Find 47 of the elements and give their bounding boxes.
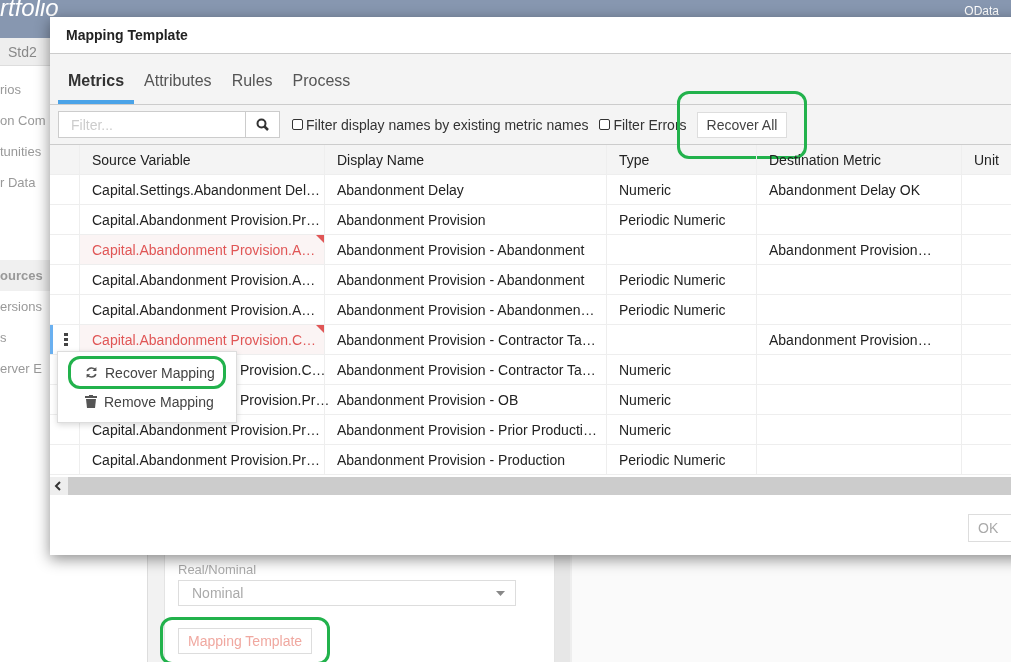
table-cell: Abandonment Delay [325,175,607,204]
table-cell: Abandonment Delay OK [757,175,962,204]
table-cell: Periodic Numeric [607,295,757,324]
tab[interactable]: Attributes [134,72,222,104]
caret-icon [496,590,505,596]
table-cell: Numeric [607,385,757,414]
table-cell: Abandonment Provision - Contractor Ta… [325,355,607,384]
trash-icon [85,395,97,408]
table-cell: Numeric [607,355,757,384]
column-header[interactable]: Type [607,145,757,174]
tab[interactable]: Rules [221,72,283,104]
field-label: Real/Nominal [178,562,258,577]
error-marker [316,325,324,333]
table-cell: Abandonment Provision - Abandonment [325,235,607,264]
table-cell: Numeric [607,415,757,444]
column-header[interactable]: Display Name [325,145,607,174]
refresh-icon [85,366,98,379]
kebab-menu-icon[interactable] [64,333,68,346]
table-cell: Periodic Numeric [607,445,757,474]
table-cell: Abandonment Provision… [757,235,962,264]
column-header[interactable]: Source Variable [80,145,325,174]
column-header[interactable]: Destination Metric [757,145,962,174]
tab[interactable]: Process [282,72,361,104]
table-cell: Abandonment Provision… [757,325,962,354]
filter-checkbox[interactable]: Filter display names by existing metric names [292,116,589,133]
table-cell: Capital.Abandonment Provision.A… [80,265,325,294]
table-cell: Capital.Settings.Abandonment Del… [80,175,325,204]
error-marker [316,235,324,243]
search-icon [256,118,269,131]
scroll-left-icon[interactable] [50,477,68,495]
table-cell: Capital.Abandonment Provision.A… [80,235,325,264]
table-cell: Capital.Abandonment Provision.A… [80,295,325,324]
table-cell: Periodic Numeric [607,265,757,294]
table-cell: Abandonment Provision - Contractor Ta… [325,325,607,354]
table-cell: Abandonment Provision - Abandonment [325,265,607,294]
recover-all-button[interactable]: Recover All [696,111,788,138]
table-cell: Capital.Abandonment Provision.Pr… [80,205,325,234]
table-cell: Numeric [607,175,757,204]
table-cell: Abandonment Provision - Prior Producti… [325,415,607,444]
search-button[interactable] [246,111,280,138]
table-cell: Capital.Abandonment Provision.Pr… [80,445,325,474]
table-cell: Abandonment Provision - Abandonmen… [325,295,607,324]
table-cell: Abandonment Provision [325,205,607,234]
column-header[interactable]: Unit [962,145,1011,174]
table-cell: Periodic Numeric [607,205,757,234]
table-cell: Capital.Abandonment Provision.C… [80,325,325,354]
table-cell: Abandonment Provision - Production [325,445,607,474]
